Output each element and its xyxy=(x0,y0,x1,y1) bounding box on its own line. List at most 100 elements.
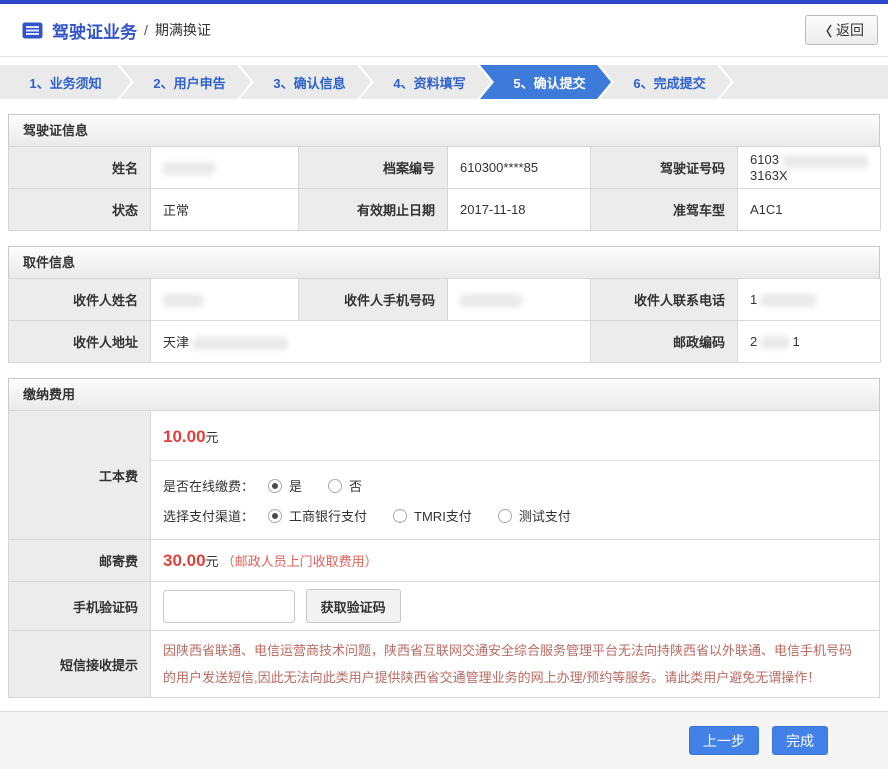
table-row: 状态 正常 有效期止日期 2017-11-18 准驾车型 A1C1 xyxy=(9,189,881,231)
table-row: 收件人姓名 收件人手机号码 收件人联系电话 1 xyxy=(9,279,881,321)
field-value xyxy=(448,279,591,321)
field-label: 收件人手机号码 xyxy=(299,279,448,321)
radio-checked-icon xyxy=(268,509,282,523)
field-value: 2017-11-18 xyxy=(448,189,591,231)
step-1-notice[interactable]: 1、业务须知 xyxy=(0,65,131,99)
radio-online-yes[interactable]: 是 xyxy=(268,476,302,495)
pickup-info-section: 取件信息 收件人姓名 收件人手机号码 收件人联系电话 1 收件人地址 天津 xyxy=(8,246,880,363)
value-prefix: 6103 xyxy=(750,152,779,167)
radio-label: 工商银行支付 xyxy=(289,506,367,525)
list-icon xyxy=(22,22,43,39)
breadcrumb-current: 期满换证 xyxy=(155,20,211,40)
pickup-info-table: 收件人姓名 收件人手机号码 收件人联系电话 1 收件人地址 天津 邮政编码 2 xyxy=(8,278,881,363)
payment-section: 缴纳费用 工本费 10.00元 是否在线缴费： 是 xyxy=(8,378,880,698)
field-label: 收件人姓名 xyxy=(9,279,151,321)
redacted-value xyxy=(761,336,789,349)
get-code-button[interactable]: 获取验证码 xyxy=(306,589,401,623)
finish-button[interactable]: 完成 xyxy=(772,726,828,755)
field-label: 手机验证码 xyxy=(9,582,151,631)
field-label: 驾驶证号码 xyxy=(591,147,738,189)
radio-label: 测试支付 xyxy=(519,506,571,525)
radio-unchecked-icon xyxy=(393,509,407,523)
license-info-section: 驾驶证信息 姓名 档案编号 610300****85 驾驶证号码 6103 31… xyxy=(8,114,880,231)
step-3-confirm-info[interactable]: 3、确认信息 xyxy=(240,65,371,99)
value-suffix: 1 xyxy=(792,334,799,349)
radio-channel-tmri[interactable]: TMRI支付 xyxy=(393,506,472,525)
footer-action-bar: 上一步 完成 xyxy=(0,711,888,769)
field-value xyxy=(151,147,299,189)
step-bar-filler xyxy=(720,65,888,99)
field-value: 1 xyxy=(738,279,881,321)
payment-section-title: 缴纳费用 xyxy=(8,378,880,411)
mail-fee-amount: 30.00 xyxy=(163,551,206,570)
previous-step-button[interactable]: 上一步 xyxy=(689,726,759,755)
redacted-value xyxy=(783,155,868,168)
radio-channel-test[interactable]: 测试支付 xyxy=(498,506,571,525)
mail-fee-cell: 30.00元（邮政人员上门收取费用） xyxy=(151,540,880,582)
card-fee-amount-row: 10.00元 xyxy=(151,411,879,461)
mail-fee-note: （邮政人员上门收取费用） xyxy=(222,554,378,569)
breadcrumb-separator: / xyxy=(144,22,148,38)
step-4-fill-data[interactable]: 4、资料填写 xyxy=(360,65,491,99)
step-5-confirm-submit[interactable]: 5、确认提交 xyxy=(480,65,611,99)
radio-online-no[interactable]: 否 xyxy=(328,476,362,495)
pickup-section-title: 取件信息 xyxy=(8,246,880,279)
value-prefix: 1 xyxy=(750,292,757,307)
value-prefix: 2 xyxy=(750,334,757,349)
radio-unchecked-icon xyxy=(498,509,512,523)
field-value: 6103 3163X xyxy=(738,147,881,189)
radio-channel-icbc[interactable]: 工商银行支付 xyxy=(268,506,367,525)
value-prefix: 天津 xyxy=(163,335,189,350)
field-label: 有效期止日期 xyxy=(299,189,448,231)
license-info-table: 姓名 档案编号 610300****85 驾驶证号码 6103 3163X 状态… xyxy=(8,146,881,231)
card-fee-unit: 元 xyxy=(206,430,219,445)
back-button[interactable]: 〈 返回 xyxy=(805,15,878,45)
sms-code-input[interactable] xyxy=(163,590,295,623)
payment-table: 工本费 10.00元 是否在线缴费： 是 xyxy=(8,410,880,698)
card-fee-cell: 10.00元 是否在线缴费： 是 否 xyxy=(151,411,880,540)
table-row: 手机验证码 获取验证码 xyxy=(9,582,880,631)
redacted-value xyxy=(163,294,203,307)
field-label: 收件人联系电话 xyxy=(591,279,738,321)
sms-notice-text: 因陕西省联通、电信运营商技术问题，陕西省互联网交通安全综合服务管理平台无法向持陕… xyxy=(163,631,867,697)
chevron-left-icon: 〈 xyxy=(819,21,832,40)
field-label: 姓名 xyxy=(9,147,151,189)
field-label: 档案编号 xyxy=(299,147,448,189)
mail-fee-unit: 元 xyxy=(206,554,219,569)
field-value: 2 1 xyxy=(738,321,881,363)
redacted-value xyxy=(761,294,816,307)
main-content: 驾驶证信息 姓名 档案编号 610300****85 驾驶证号码 6103 31… xyxy=(0,114,888,698)
pay-channel-line: 选择支付渠道： 工商银行支付 TMRI支付 测试支付 xyxy=(163,506,867,525)
field-label: 短信接收提示 xyxy=(9,631,151,698)
field-value: A1C1 xyxy=(738,189,881,231)
field-value: 610300****85 xyxy=(448,147,591,189)
field-label: 收件人地址 xyxy=(9,321,151,363)
radio-label: 是 xyxy=(289,476,302,495)
field-label: 工本费 xyxy=(9,411,151,540)
field-value: 正常 xyxy=(151,189,299,231)
pay-options: 是否在线缴费： 是 否 选择支付渠道： xyxy=(151,461,879,539)
field-label: 准驾车型 xyxy=(591,189,738,231)
page-header: 驾驶证业务 / 期满换证 〈 返回 xyxy=(0,4,888,57)
field-value: 天津 xyxy=(151,321,591,363)
card-fee-amount: 10.00 xyxy=(163,427,206,446)
radio-label: 否 xyxy=(349,476,362,495)
pay-channel-question: 选择支付渠道： xyxy=(163,506,254,525)
license-section-title: 驾驶证信息 xyxy=(8,114,880,147)
table-row: 邮寄费 30.00元（邮政人员上门收取费用） xyxy=(9,540,880,582)
field-label: 邮寄费 xyxy=(9,540,151,582)
sms-notice-cell: 因陕西省联通、电信运营商技术问题，陕西省互联网交通安全综合服务管理平台无法向持陕… xyxy=(151,631,880,698)
step-wizard: 1、业务须知 2、用户申告 3、确认信息 4、资料填写 5、确认提交 6、完成提… xyxy=(0,65,888,99)
step-2-declaration[interactable]: 2、用户申告 xyxy=(120,65,251,99)
table-row: 工本费 10.00元 是否在线缴费： 是 xyxy=(9,411,880,540)
radio-unchecked-icon xyxy=(328,479,342,493)
table-row: 姓名 档案编号 610300****85 驾驶证号码 6103 3163X xyxy=(9,147,881,189)
online-pay-line: 是否在线缴费： 是 否 xyxy=(163,476,867,495)
redacted-value xyxy=(460,294,522,307)
field-label: 邮政编码 xyxy=(591,321,738,363)
table-row: 收件人地址 天津 邮政编码 2 1 xyxy=(9,321,881,363)
step-6-finish-submit[interactable]: 6、完成提交 xyxy=(600,65,731,99)
value-suffix: 3163X xyxy=(750,168,788,183)
field-value xyxy=(151,279,299,321)
redacted-value xyxy=(193,337,288,350)
